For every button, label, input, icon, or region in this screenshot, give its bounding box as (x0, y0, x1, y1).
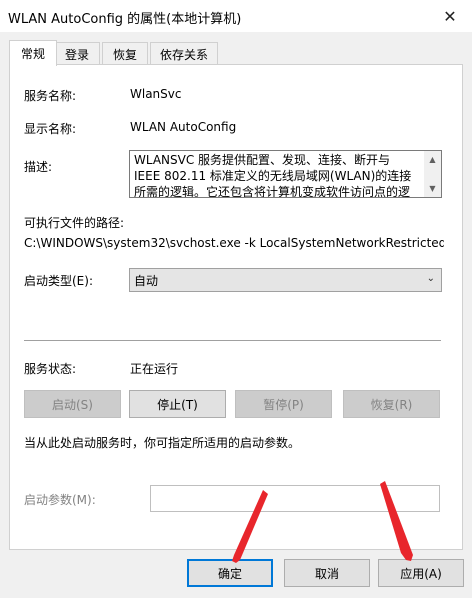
tab-general[interactable]: 常规 (9, 40, 57, 66)
annotation-arrow-apply (380, 481, 413, 561)
tab-label: 常规 (20, 47, 45, 61)
annotation-arrow-ok (232, 490, 268, 563)
annotation-arrows (232, 481, 413, 563)
